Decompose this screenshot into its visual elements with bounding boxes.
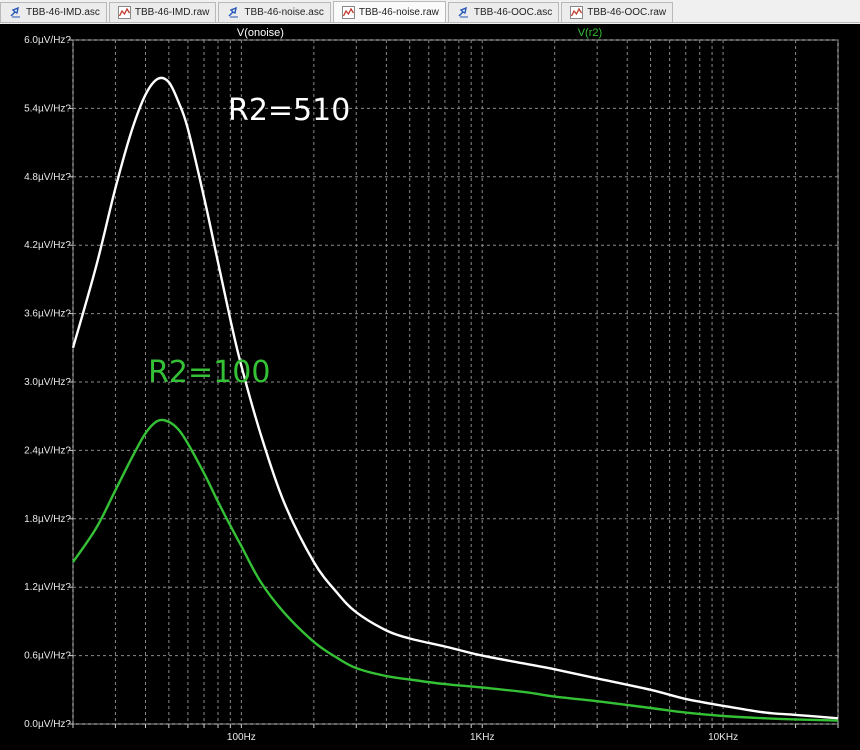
y-tick-label: 2.4µV/Hz? <box>24 445 71 456</box>
y-tick-label: 0.6µV/Hz? <box>24 651 71 662</box>
waveform-icon <box>341 5 355 19</box>
tab-tbb-46-noise-asc[interactable]: TBB-46-noise.asc <box>218 2 331 22</box>
tab-label: TBB-46-OOC.raw <box>587 7 667 18</box>
y-tick-label: 3.0µV/Hz? <box>24 377 71 388</box>
annotation-r2-510: R2=510 <box>228 93 350 128</box>
y-tick-label: 1.2µV/Hz? <box>24 582 71 593</box>
tab-tbb-46-noise-raw[interactable]: TBB-46-noise.raw <box>332 1 446 22</box>
tab-label: TBB-46-noise.asc <box>244 7 324 18</box>
y-tick-label: 4.2µV/Hz? <box>24 240 71 251</box>
annotation-r2-100: R2=100 <box>148 355 270 390</box>
y-tick-label: 1.8µV/Hz? <box>24 514 71 525</box>
tab-tbb-46-ooc-raw[interactable]: TBB-46-OOC.raw <box>561 2 674 22</box>
schematic-icon <box>458 6 468 18</box>
waveform-icon <box>117 6 131 19</box>
tab-tbb-46-imd-raw[interactable]: TBB-46-IMD.raw <box>108 2 217 22</box>
tab-label: TBB-46-OOC.asc <box>473 7 553 18</box>
x-tick-label: 10KHz <box>708 732 738 743</box>
noise-plot-svg: 0.0µV/Hz? 0.6µV/Hz? 1.2µV/Hz? 1.8µV/Hz? 2.4µ… <box>24 27 839 743</box>
tab-label: TBB-46-noise.raw <box>358 6 439 18</box>
y-tick-label: 6.0µV/Hz? <box>24 35 71 46</box>
document-tab-bar: TBB-46-IMD.asc TBB-46-IMD.raw TBB-46-noise… <box>0 0 860 23</box>
y-tick-label: 3.6µV/Hz? <box>24 309 71 320</box>
x-tick-label: 1KHz <box>470 732 494 743</box>
x-tick-label: 100Hz <box>227 732 256 743</box>
y-tick-label: 0.0µV/Hz? <box>24 719 71 730</box>
waveform-plot-pane[interactable]: 0.0µV/Hz? 0.6µV/Hz? 1.2µV/Hz? 1.8µV/Hz? 2.4µ… <box>0 24 860 750</box>
tab-tbb-46-imd-asc[interactable]: TBB-46-IMD.asc <box>0 2 107 22</box>
schematic-icon <box>10 6 20 18</box>
tab-label: TBB-46-IMD.asc <box>26 7 100 18</box>
trace-name-v-r2-: V(r2) <box>578 27 602 39</box>
tab-label: TBB-46-IMD.raw <box>134 7 210 18</box>
trace-name-v-onoise-: V(onoise) <box>237 27 284 39</box>
waveform-icon <box>570 6 584 19</box>
tab-tbb-46-ooc-asc[interactable]: TBB-46-OOC.asc <box>447 2 560 22</box>
y-tick-label: 4.8µV/Hz? <box>24 172 71 183</box>
schematic-icon <box>228 6 239 18</box>
y-tick-label: 5.4µV/Hz? <box>24 103 71 114</box>
